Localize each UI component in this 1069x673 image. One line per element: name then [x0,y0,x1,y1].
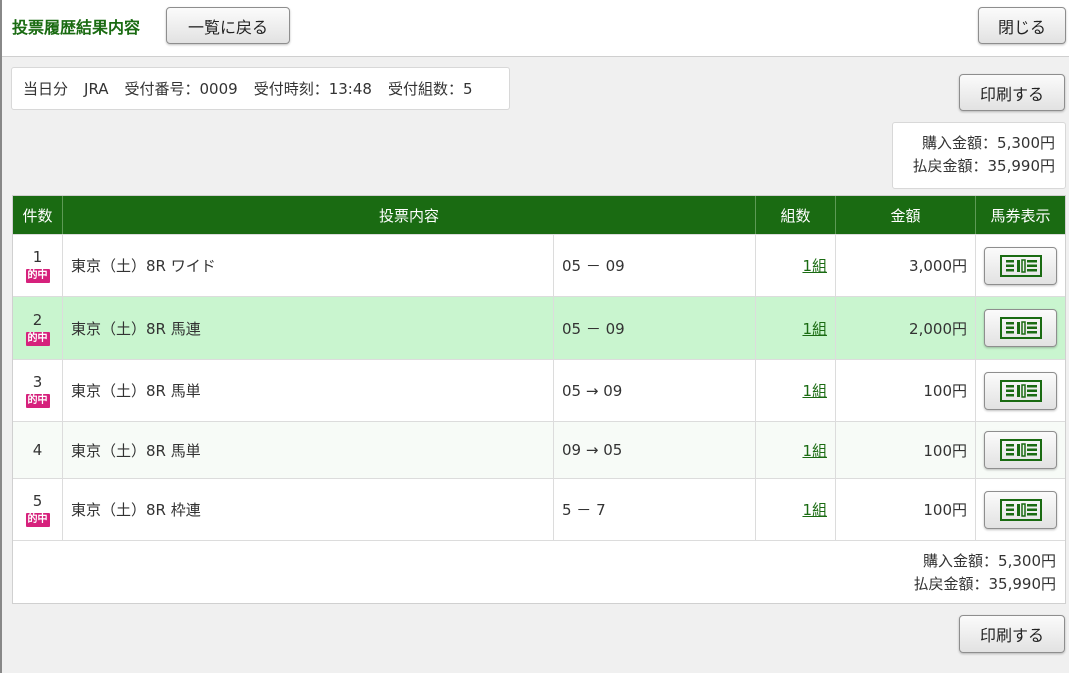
day-label: 当日分 [23,80,69,98]
table-row: 5 的中 東京（土）8R 枠連 5 － 7 1組 100円 [13,478,1065,540]
table-row: 2 的中 東京（土）8R 馬連 05 － 09 1組 2,000円 [13,296,1065,359]
horses-cell: 5 － 7 [554,479,756,540]
kumi-link[interactable]: 1組 [802,440,827,461]
race-cell: 東京（土）8R 枠連 [63,479,554,540]
race-cell: 東京（土）8R 馬連 [63,297,554,359]
payout-amount: 払戻金額：35,990円 [913,575,1057,593]
row-number: 1 [32,248,43,266]
summary-bottom: 購入金額：5,300円 払戻金額：35,990円 [13,540,1065,603]
row-number: 3 [32,373,43,391]
back-to-list-button[interactable]: 一覧に戻る [166,7,290,44]
table-row: 3 的中 東京（土）8R 馬単 05 → 09 1組 100円 [13,359,1065,421]
race-cell: 東京（土）8R 馬単 [63,360,554,421]
row-number: 4 [32,441,43,459]
org-label: JRA [84,79,109,98]
hit-badge: 的中 [25,331,50,346]
purchase-amount: 購入金額：5,300円 [923,552,1056,570]
hit-badge: 的中 [25,513,50,527]
header-content: 投票内容 [63,196,756,234]
header-kumi: 組数 [756,196,836,234]
kumi-link[interactable]: 1組 [802,380,827,401]
table-row: 4 東京（土）8R 馬単 09 → 05 1組 100円 [13,421,1065,478]
race-cell: 東京（土）8R ワイド [63,235,554,296]
kumi-link[interactable]: 1組 [802,255,827,276]
receipt-time: 受付時刻：13:48 [253,80,372,98]
ticket-view-button[interactable] [984,490,1057,529]
table-row: 1 的中 東京（土）8R ワイド 05 － 09 1組 3,000円 [13,234,1065,296]
receipt-number: 受付番号：0009 [124,80,238,98]
horses-cell: 05 － 09 [554,297,756,359]
header-amount: 金額 [836,196,976,234]
ticket-icon [999,317,1042,339]
ticket-icon [999,439,1042,461]
receipt-count: 受付組数：5 [387,80,473,98]
ticket-view-button[interactable] [984,371,1057,410]
horses-cell: 05 → 09 [554,360,756,421]
page-title: 投票履歴結果内容 [12,18,141,37]
amount-cell: 3,000円 [836,235,976,296]
ticket-view-button[interactable] [984,309,1057,347]
table-header: 件数 投票内容 組数 金額 馬券表示 [13,196,1065,234]
close-button[interactable]: 閉じる [978,7,1066,44]
ticket-icon [999,498,1042,521]
header-view: 馬券表示 [990,206,1051,225]
hit-badge: 的中 [25,269,50,283]
kumi-link[interactable]: 1組 [802,499,827,520]
receipt-info: 当日分 JRA 受付番号：0009 受付時刻：13:48 受付組数：5 [11,67,510,110]
purchase-amount: 購入金額：5,300円 [922,134,1055,152]
horses-cell: 09 → 05 [554,422,756,478]
kumi-link[interactable]: 1組 [802,318,827,339]
amount-cell: 100円 [836,360,976,421]
row-number: 2 [32,310,43,329]
race-cell: 東京（土）8R 馬単 [63,422,554,478]
ticket-view-button[interactable] [984,246,1057,285]
hit-badge: 的中 [25,394,50,408]
payout-amount: 払戻金額：35,990円 [912,157,1056,175]
summary-top: 購入金額：5,300円 払戻金額：35,990円 [892,122,1066,189]
bet-table: 件数 投票内容 組数 金額 馬券表示 1 的中 東京（土）8R ワイド 05 －… [12,195,1066,604]
amount-cell: 100円 [836,479,976,540]
ticket-view-button[interactable] [984,431,1057,469]
print-button-bottom[interactable]: 印刷する [959,615,1065,653]
row-number: 5 [32,492,43,510]
ticket-icon [999,254,1042,277]
amount-cell: 100円 [836,422,976,478]
print-button-top[interactable]: 印刷する [959,74,1065,111]
ticket-icon [999,379,1042,402]
header-bar: 投票履歴結果内容 一覧に戻る 閉じる [2,0,1069,57]
horses-cell: 05 － 09 [554,235,756,296]
header-num: 件数 [13,196,63,234]
amount-cell: 2,000円 [836,297,976,359]
